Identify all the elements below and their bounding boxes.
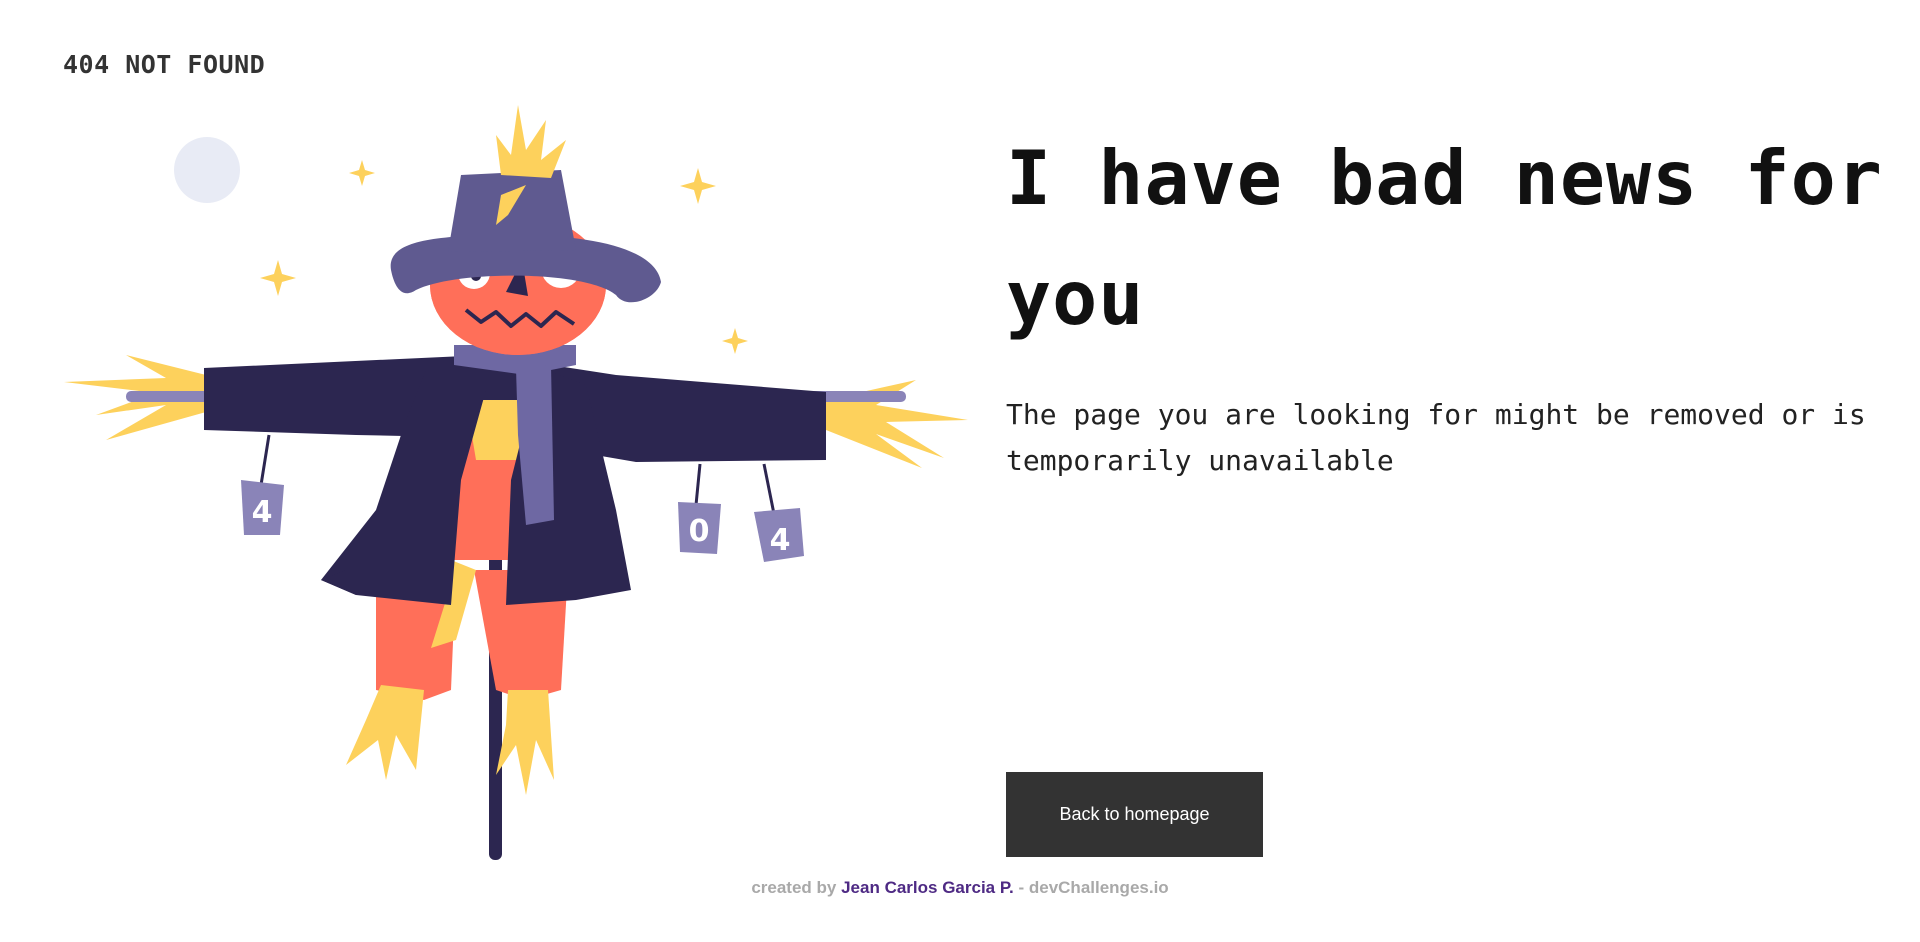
page: 404 NOT FOUND 4 0 4 I have bad news for …	[0, 0, 1920, 942]
leg-straw	[346, 685, 554, 795]
page-brand-title: 404 NOT FOUND	[63, 50, 266, 79]
hanging-can-1: 4	[241, 434, 284, 535]
hanging-can-2: 0	[678, 463, 721, 554]
footer-credit: created by Jean Carlos Garcia P. - devCh…	[0, 878, 1920, 898]
hanging-can-3: 4	[754, 463, 804, 562]
footer-prefix: created by	[751, 878, 837, 897]
footer-separator: -	[1018, 878, 1025, 897]
can-label-3: 4	[770, 523, 791, 558]
can-label-2: 0	[689, 514, 710, 549]
page-message: The page you are looking for might be re…	[1006, 398, 1866, 477]
footer-author-link[interactable]: Jean Carlos Garcia P.	[841, 878, 1014, 897]
page-headline: I have bad news for you	[1006, 134, 1883, 342]
footer-site-link[interactable]: devChallenges.io	[1029, 878, 1169, 897]
moon-icon	[174, 137, 240, 203]
can-label-1: 4	[252, 495, 273, 530]
scarecrow-illustration: 4 0 4	[64, 105, 968, 860]
back-to-homepage-button[interactable]: Back to homepage	[1006, 772, 1263, 857]
hat-straw	[496, 105, 566, 178]
hat-crown	[448, 170, 576, 252]
